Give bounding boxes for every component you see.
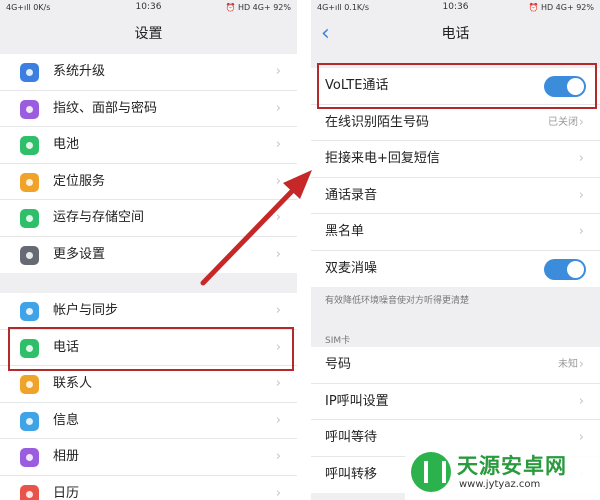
settings-item-label: 电池 [53,137,80,152]
phone-setting-label: 黑名单 [325,224,365,239]
settings-item-label: 日历 [53,485,80,500]
chevron-right-icon: › [275,246,281,262]
chevron-right-icon: › [275,64,281,79]
contacts-icon [20,375,39,394]
settings-item-1-5[interactable]: 日历 › [0,476,297,500]
phone-item-highlight [8,327,294,371]
gallery-icon [20,448,39,467]
chevron-right-icon: › [275,449,281,464]
page-title: 电话 [441,26,470,42]
settings-item-0-3[interactable]: 定位服务 › [0,164,297,200]
settings-item-1-4[interactable]: 相册 › [0,439,297,476]
settings-item-label: 联系人 [53,376,93,391]
settings-item-0-1[interactable]: 指纹、面部与密码 › [0,91,297,127]
phone-setting-label: 呼叫等待 [325,430,378,445]
phone-setting-label: IP呼叫设置 [325,393,389,409]
cloud-icon [20,302,39,321]
settings-item-0-2[interactable]: 电池 › [0,127,297,164]
settings-item-label: 相册 [53,449,80,464]
noise-reduction-hint: 有效降低环境噪音使对方听得更清楚 [325,296,470,306]
settings-item-0-5[interactable]: 更多设置 › [0,237,297,274]
chevron-right-icon: › [578,151,584,166]
chevron-right-icon: › [275,100,281,116]
settings-item-0-0[interactable]: 系统升级 › [0,54,297,91]
phone-setting-label: 双麦消噪 [325,260,378,276]
location-icon [20,172,39,192]
chevron-right-icon: › [578,357,584,372]
chevron-right-icon: › [275,210,281,225]
settings-group-2: 帐户与同步 › 电话 › 联系人 › 信息 › 相册 › 日历 › [0,293,297,500]
group1-item-2[interactable]: 拒接来电+回复短信 › [311,141,600,178]
group1-item-1[interactable]: 在线识别陌生号码 已关闭 › [311,105,600,141]
chevron-right-icon: › [275,303,281,318]
setting-value: 已关闭 [548,116,578,128]
storage-icon [20,209,39,228]
page-title: 设置 [0,16,297,54]
setting-value: 未知 [558,359,578,370]
group1-item-5[interactable]: 双麦消噪 [311,251,600,288]
settings-item-label: 指纹、面部与密码 [53,100,158,116]
settings-item-label: 运存与存储空间 [53,210,145,225]
watermark-logo-icon [411,452,451,492]
settings-item-label: 定位服务 [53,173,106,189]
status-bar: 4G+ıll 0.1K/s 10:36 ⏰ HD 4G+ 92% [311,0,600,16]
status-battery: ⏰ HD 4G+ 92% [528,3,594,12]
group1-item-3[interactable]: 通话录音 › [311,178,600,214]
battery-icon [20,136,39,155]
settings-item-label: 更多设置 [53,246,106,262]
chevron-right-icon: › [275,376,281,391]
settings-item-label: 帐户与同步 [53,303,119,318]
volte-item-highlight [317,63,597,109]
calendar-icon [20,484,39,500]
chevron-right-icon: › [578,114,584,130]
chevron-right-icon: › [578,224,584,239]
sim-section-title: SIM卡 [325,336,351,346]
settings-item-1-3[interactable]: 信息 › [0,403,297,439]
phone-setting-label: 拒接来电+回复短信 [325,151,440,166]
wrench-icon [20,245,39,265]
back-arrow-icon[interactable]: ‹ [321,16,345,54]
phone-setting-label: 呼叫转移 [325,466,378,482]
settings-screen: 4G+ıll 0K/s 10:36 ⏰ HD 4G+ 92% 设置 系统升级 › 指… [0,0,297,500]
chevron-right-icon: › [275,137,281,152]
group2-item-1[interactable]: IP呼叫设置 › [311,384,600,420]
group2-item-0[interactable]: 号码 未知 › [311,347,600,384]
system-update-icon [20,63,39,82]
settings-item-label: 信息 [53,412,80,428]
phone-setting-label: 在线识别陌生号码 [325,114,430,130]
toggle-switch[interactable] [544,258,586,280]
message-icon [20,411,39,431]
group1-item-4[interactable]: 黑名单 › [311,214,600,251]
settings-group-1: 系统升级 › 指纹、面部与密码 › 电池 › 定位服务 › 运存与存储空间 › 更多设置 › [0,54,297,273]
watermark-url: www.jytyaz.com [459,479,541,490]
settings-item-1-2[interactable]: 联系人 › [0,366,297,403]
status-battery: ⏰ HD 4G+ 92% [225,3,291,12]
settings-item-1-0[interactable]: 帐户与同步 › [0,293,297,330]
phone-setting-label: 号码 [325,357,352,372]
status-bar: 4G+ıll 0K/s 10:36 ⏰ HD 4G+ 92% [0,0,297,16]
site-watermark: 天源安卓网 www.jytyaz.com [405,446,600,500]
settings-item-label: 系统升级 [53,64,106,79]
chevron-right-icon: › [275,412,281,428]
settings-item-0-4[interactable]: 运存与存储空间 › [0,200,297,237]
watermark-title: 天源安卓网 [457,454,567,478]
page-title-bar: ‹ 电话 [311,16,600,54]
chevron-right-icon: › [578,393,584,409]
chevron-right-icon: › [275,485,281,500]
chevron-right-icon: › [578,187,584,203]
chevron-right-icon: › [275,173,281,189]
phone-setting-label: 通话录音 [325,187,378,203]
fingerprint-icon [20,99,39,119]
